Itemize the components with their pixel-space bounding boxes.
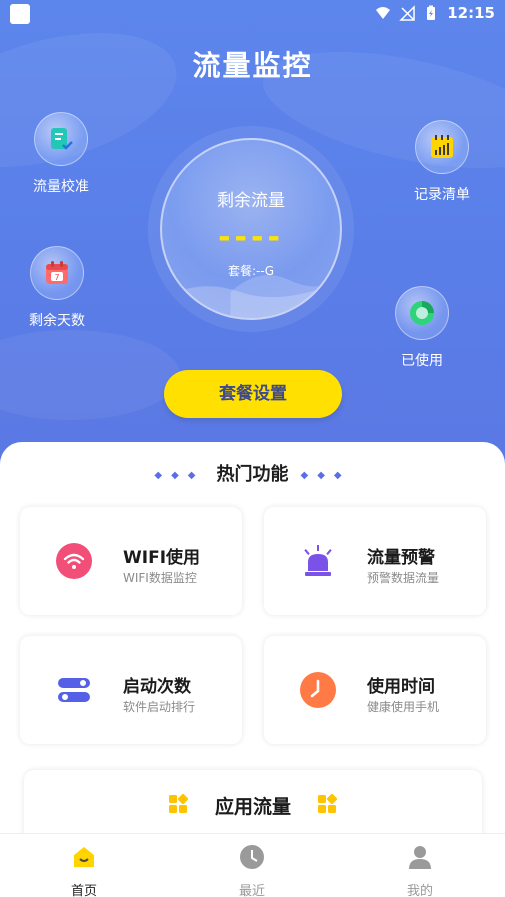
plan-settings-button[interactable]: 套餐设置 (164, 370, 342, 418)
remaining-flow-orb: 剩余流量 ---- 套餐:--G (160, 138, 342, 320)
hero-decoration (0, 330, 180, 420)
orb-value: ---- (218, 220, 284, 255)
card-title: WIFI使用 (123, 548, 201, 568)
page-title: 流量监控 (192, 49, 313, 82)
home-icon (74, 847, 94, 867)
status-bar: 12:15 (0, 0, 505, 28)
card-subtitle: 健康使用手机 (367, 700, 440, 714)
wifi-signal-icon (376, 7, 391, 19)
cell-signal-icon (399, 5, 415, 21)
user-icon (409, 846, 431, 869)
bottom-tab-bar: 首页 最近 我的 (0, 833, 505, 897)
card-title: 流量预警 (367, 548, 435, 568)
orb-title: 剩余流量 (217, 191, 285, 211)
used-label: 已使用 (401, 353, 443, 369)
card-subtitle: 软件启动排行 (123, 700, 196, 714)
usage-time-card[interactable]: 使用时间 健康使用手机 (264, 636, 486, 744)
hot-features-title: 热门功能 (216, 464, 289, 485)
card-subtitle: WIFI数据监控 (123, 571, 197, 585)
alarm-icon (304, 545, 332, 576)
clock-icon (240, 845, 264, 869)
tab-home-label: 首页 (70, 884, 97, 897)
used-button[interactable]: 已使用 (377, 286, 467, 370)
calibrate-button[interactable]: 流量校准 (16, 112, 106, 196)
document-check-icon (51, 128, 73, 150)
app-flow-section[interactable]: 应用流量 (24, 770, 482, 840)
tab-home[interactable]: 首页 (44, 844, 124, 897)
calibrate-label: 流量校准 (33, 179, 89, 195)
card-subtitle: 预警数据流量 (367, 571, 440, 585)
tab-mine[interactable]: 我的 (380, 844, 460, 897)
tab-recent-label: 最近 (238, 884, 265, 897)
dots-decoration: ◆◆◆ (154, 469, 205, 481)
dots-decoration: ◆◆◆ (300, 469, 351, 481)
wave-decoration (162, 275, 340, 318)
days-left-label: 剩余天数 (29, 313, 85, 329)
days-left-button[interactable]: 7 剩余天数 (12, 246, 102, 330)
battery-icon (427, 5, 436, 20)
hero-banner: 流量监控 流量校准 7 剩余天数 记录清单 已使用 剩余流量 ---- 套餐:-… (0, 0, 505, 470)
wifi-usage-card[interactable]: WIFI使用 WIFI数据监控 (20, 507, 242, 615)
clock-icon (300, 672, 336, 708)
app-flow-title: 应用流量 (214, 796, 291, 818)
section-header: ◆◆◆ 热门功能 ◆◆◆ (0, 460, 505, 486)
card-title: 使用时间 (367, 677, 435, 697)
status-time: 12:15 (447, 4, 495, 22)
records-button[interactable]: 记录清单 (397, 120, 487, 204)
grid-icon (318, 794, 337, 813)
notification-icon (10, 4, 30, 24)
pie-chart-icon (410, 301, 434, 325)
card-title: 启动次数 (123, 677, 191, 697)
records-label: 记录清单 (414, 187, 470, 203)
wifi-icon (56, 543, 92, 579)
report-chart-icon (431, 135, 453, 158)
toggle-icon (58, 678, 90, 702)
launch-count-card[interactable]: 启动次数 软件启动排行 (20, 636, 242, 744)
svg-text:7: 7 (54, 273, 59, 282)
calendar-icon: 7 (46, 261, 68, 284)
tab-recent[interactable]: 最近 (212, 844, 292, 897)
flow-alert-card[interactable]: 流量预警 预警数据流量 (264, 507, 486, 615)
tab-mine-label: 我的 (406, 884, 433, 897)
